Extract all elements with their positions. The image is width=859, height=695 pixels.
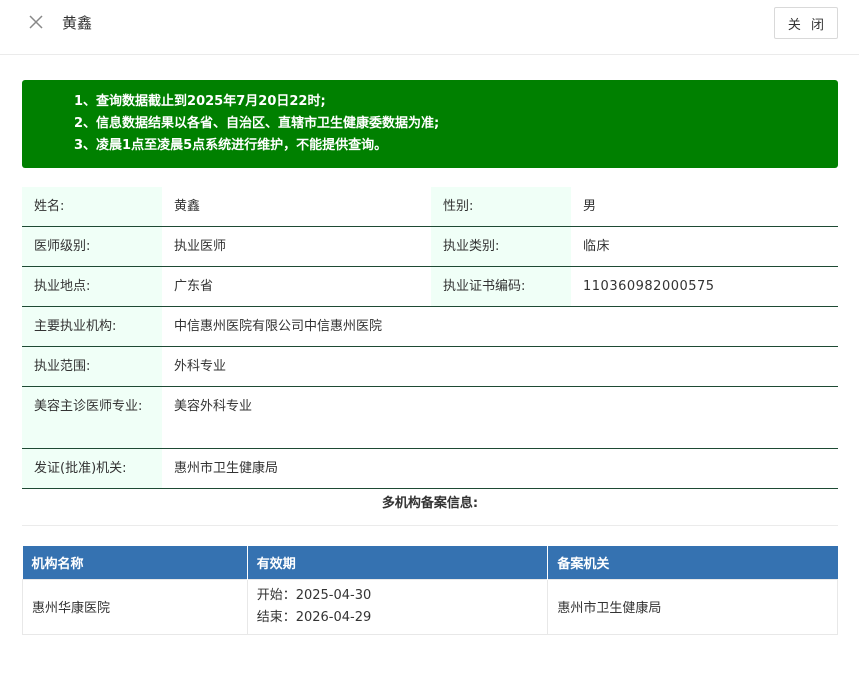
place-label: 执业地点:	[22, 267, 162, 306]
cosmetic-label: 美容主诊医师专业:	[22, 387, 162, 448]
notice-line: 3、凌晨1点至凌晨5点系统进行维护，不能提供查询。	[74, 138, 388, 153]
org-value: 中信惠州医院有限公司中信惠州医院	[174, 319, 383, 334]
notice-line: 1、查询数据截止到2025年7月20日22时;	[74, 94, 326, 109]
name-label: 姓名:	[22, 187, 162, 226]
validity-start: 开始：2025-04-30	[256, 587, 372, 603]
info-row: 姓名: 黄鑫 性别: 男	[22, 187, 838, 227]
notice-banner: 1、查询数据截止到2025年7月20日22时; 2、信息数据结果以各省、自治区、…	[22, 80, 838, 168]
info-row: 主要执业机构: 中信惠州医院有限公司中信惠州医院	[22, 307, 838, 347]
info-row: 医师级别: 执业医师 执业类别: 临床	[22, 227, 838, 267]
cert-value: 110360982000575	[583, 279, 715, 294]
org-label: 主要执业机构:	[22, 307, 162, 346]
col-org-name: 机构名称	[22, 546, 248, 579]
info-row: 发证(批准)机关: 惠州市卫生健康局	[22, 449, 838, 489]
info-row: 执业范围: 外科专业	[22, 347, 838, 387]
org-name-cell: 惠州华康医院	[22, 578, 248, 635]
place-value: 广东省	[174, 279, 214, 294]
dialog-header: 黄鑫 关 闭	[0, 0, 859, 55]
level-value: 执业医师	[174, 239, 227, 254]
notice-line: 2、信息数据结果以各省、自治区、直辖市卫生健康委数据为准;	[74, 116, 440, 131]
cosmetic-value: 美容外科专业	[174, 399, 253, 414]
validity-cell: 开始：2025-04-30 结束：2026-04-29	[246, 578, 549, 635]
table-header-row: 机构名称 有效期 备案机关	[22, 546, 838, 579]
gender-value: 男	[583, 199, 597, 214]
info-row: 美容主诊医师专业: 美容外科专业	[22, 387, 838, 449]
name-value: 黄鑫	[174, 199, 201, 214]
col-validity: 有效期	[247, 546, 549, 579]
scope-label: 执业范围:	[22, 347, 162, 386]
info-row: 执业地点: 广东省 执业证书编码: 110360982000575	[22, 267, 838, 307]
cert-label: 执业证书编码:	[431, 267, 571, 306]
authority-cell: 惠州市卫生健康局	[547, 578, 838, 635]
col-authority: 备案机关	[547, 546, 838, 579]
multi-org-table: 机构名称 有效期 备案机关 惠州华康医院 开始：2025-04-30 结束：20…	[22, 546, 838, 635]
doctor-info-table: 姓名: 黄鑫 性别: 男 医师级别: 执业医师 执业类别: 临床 执业地点: 广…	[22, 187, 838, 489]
multi-org-title: 多机构备案信息:	[22, 484, 838, 526]
gender-label: 性别:	[431, 187, 571, 226]
table-row: 惠州华康医院 开始：2025-04-30 结束：2026-04-29 惠州市卫生…	[22, 578, 838, 635]
issuer-label: 发证(批准)机关:	[22, 449, 162, 488]
scope-value: 外科专业	[174, 359, 227, 374]
close-button[interactable]: 关 闭	[774, 7, 838, 39]
issuer-value: 惠州市卫生健康局	[174, 461, 279, 476]
close-icon[interactable]	[26, 12, 46, 32]
category-value: 临床	[583, 239, 611, 254]
validity-end: 结束：2026-04-29	[256, 609, 372, 625]
category-label: 执业类别:	[431, 227, 571, 266]
dialog-title: 黄鑫	[62, 14, 93, 32]
level-label: 医师级别:	[22, 227, 162, 266]
